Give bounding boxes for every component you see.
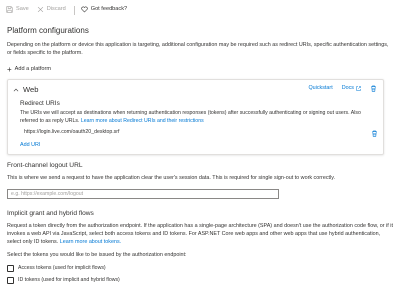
id-tokens-label: ID tokens (used for implicit and hybrid … xyxy=(18,276,120,283)
web-card-title: Web xyxy=(23,85,39,94)
discard-icon xyxy=(37,7,43,13)
web-card-actions: Quickstart Docs xyxy=(308,85,377,92)
redirect-learn-more-link[interactable]: Learn more about Redirect URIs and their… xyxy=(81,118,204,124)
docs-link[interactable]: Docs xyxy=(342,85,361,92)
web-card-header[interactable]: Web xyxy=(13,85,38,95)
toolbar-divider xyxy=(73,5,75,15)
add-platform-label: Add a platform xyxy=(14,66,52,73)
save-label: Save xyxy=(16,6,29,13)
front-channel-description: This is where we send a request to have … xyxy=(7,174,336,181)
trash-icon[interactable] xyxy=(370,85,377,92)
feedback-label: Got feedback? xyxy=(90,6,128,13)
page-title: Platform configurations xyxy=(7,26,89,35)
web-platform-card: Web Quickstart Docs Redirect URIs The UR… xyxy=(7,79,384,155)
heart-icon xyxy=(81,7,88,13)
implicit-grant-section: Implicit grant and hybrid flows Request … xyxy=(7,210,393,284)
front-channel-title: Front-channel logout URL xyxy=(7,162,83,169)
add-platform-button[interactable]: + Add a platform xyxy=(7,66,393,74)
external-link-icon xyxy=(356,86,361,91)
platform-description: Depending on the platform or device this… xyxy=(7,41,389,56)
redirect-uris-title: Redirect URIs xyxy=(20,100,60,107)
redirect-uris-description: The URIs we will accept as destinations … xyxy=(20,110,375,125)
command-bar: Save Discard Got feedback? xyxy=(0,0,400,20)
trash-icon[interactable] xyxy=(371,130,378,137)
access-tokens-label: Access tokens (used for implicit flows) xyxy=(18,264,106,271)
save-button[interactable]: Save xyxy=(6,6,29,14)
quickstart-link[interactable]: Quickstart xyxy=(308,85,332,92)
platform-section: Platform configurations Depending on the… xyxy=(7,26,393,74)
feedback-button[interactable]: Got feedback? xyxy=(81,6,127,14)
front-channel-section: Front-channel logout URL This is where w… xyxy=(7,162,393,199)
add-uri-link[interactable]: Add URI xyxy=(20,142,40,149)
redirect-uri-row: https://login.live.com/oauth20_desktop.s… xyxy=(20,128,378,138)
access-tokens-option[interactable]: Access tokens (used for implicit flows) xyxy=(7,264,393,272)
chevron-up-icon[interactable] xyxy=(13,87,19,93)
implicit-grant-title: Implicit grant and hybrid flows xyxy=(7,210,94,217)
logout-url-input[interactable] xyxy=(7,188,279,199)
plus-icon: + xyxy=(7,65,12,75)
save-icon xyxy=(6,6,13,14)
access-tokens-checkbox[interactable] xyxy=(7,264,14,272)
id-tokens-option[interactable]: ID tokens (used for implicit and hybrid … xyxy=(7,276,393,284)
implicit-grant-description: Request a token directly from the author… xyxy=(7,223,393,246)
tokens-select-label: Select the tokens you would like to be i… xyxy=(7,252,187,259)
discard-label: Discard xyxy=(46,6,66,13)
discard-button[interactable]: Discard xyxy=(37,6,66,14)
id-tokens-checkbox[interactable] xyxy=(7,276,14,284)
redirect-uri-value[interactable]: https://login.live.com/oauth20_desktop.s… xyxy=(20,129,119,136)
docs-label: Docs xyxy=(341,85,354,91)
tokens-learn-more-link[interactable]: Learn more about tokens. xyxy=(60,239,121,245)
quickstart-label: Quickstart xyxy=(308,85,333,91)
